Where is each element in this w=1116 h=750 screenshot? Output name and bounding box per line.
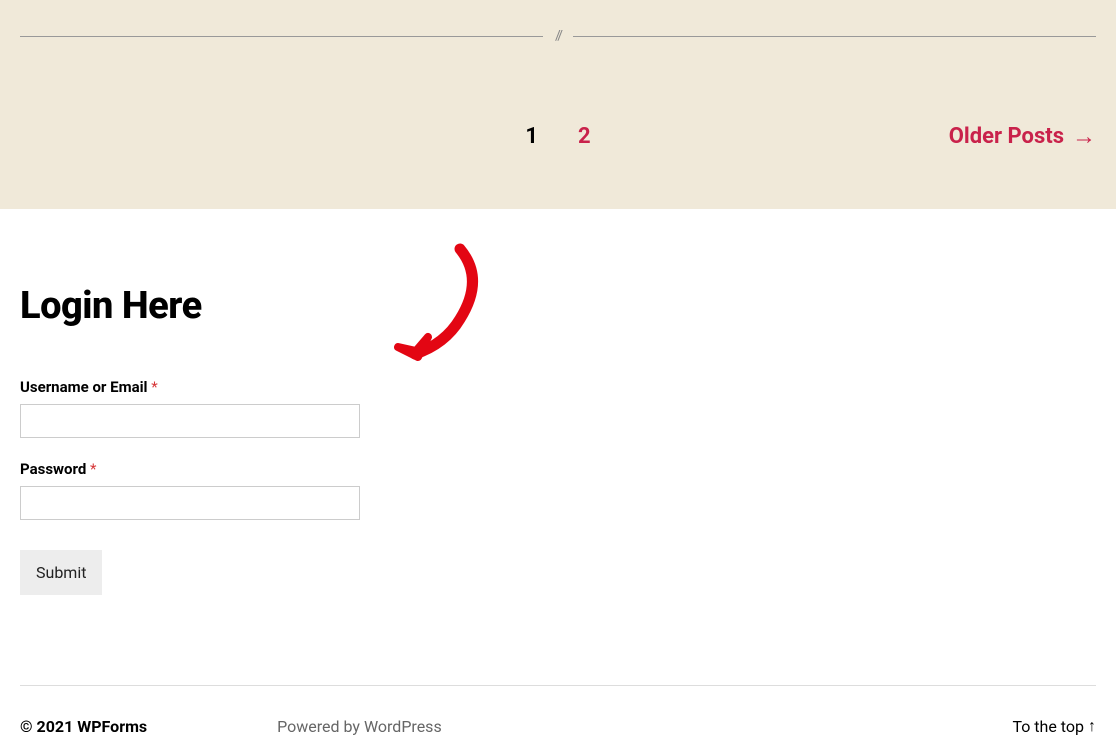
pagination-section: // 1 2 Older Posts →: [0, 0, 1116, 209]
page-current: 1: [525, 124, 538, 149]
to-top-label: To the top: [1012, 717, 1084, 736]
login-heading: Login Here: [20, 284, 1096, 328]
powered-by-link[interactable]: Powered by WordPress: [277, 717, 442, 736]
page-link-2[interactable]: 2: [578, 124, 591, 149]
arrow-up-icon: ↑: [1088, 716, 1096, 736]
section-divider: //: [20, 0, 1096, 44]
older-posts-label: Older Posts: [949, 124, 1064, 149]
required-marker: *: [151, 378, 157, 396]
username-label: Username or Email *: [20, 378, 1096, 396]
divider-slashes: //: [543, 28, 573, 44]
copyright-text: © 2021 WPForms: [20, 717, 147, 736]
username-field-group: Username or Email *: [20, 378, 1096, 438]
page-numbers: 1 2: [525, 124, 590, 149]
divider-line-left: [20, 36, 543, 37]
password-label: Password *: [20, 460, 1096, 478]
username-label-text: Username or Email: [20, 378, 148, 396]
arrow-right-icon: →: [1072, 122, 1096, 151]
login-form-section: Login Here Username or Email * Password …: [0, 209, 1116, 685]
submit-button[interactable]: Submit: [20, 550, 102, 595]
password-field-group: Password *: [20, 460, 1096, 520]
older-posts-link[interactable]: Older Posts →: [949, 122, 1096, 151]
to-top-link[interactable]: To the top ↑: [1012, 716, 1096, 736]
password-label-text: Password: [20, 460, 86, 478]
footer: © 2021 WPForms Powered by WordPress To t…: [0, 686, 1116, 748]
password-input[interactable]: [20, 486, 360, 520]
divider-line-right: [573, 36, 1096, 37]
pagination: 1 2 Older Posts →: [20, 124, 1096, 149]
required-marker: *: [90, 460, 96, 478]
username-input[interactable]: [20, 404, 360, 438]
